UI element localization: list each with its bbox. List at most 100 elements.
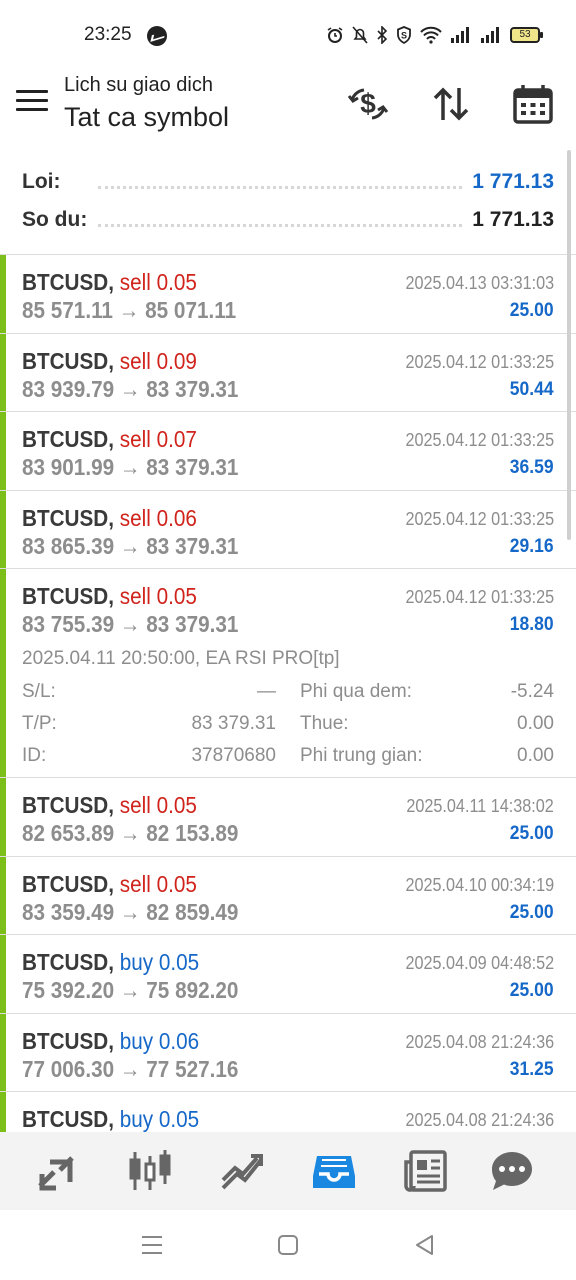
deal-time: 2025.04.08 21:24:36 <box>405 1031 554 1052</box>
currency-exchange-icon: $ <box>347 88 389 120</box>
profit-value: 1 771.13 <box>472 170 554 193</box>
deal-symbol: BTCUSD, buy 0.05 <box>22 1106 200 1132</box>
swap-label: Phi qua dem: <box>300 681 412 702</box>
deal-prices: 83 901.99 → 83 379.31 <box>22 454 239 480</box>
id-label: ID: <box>22 745 47 766</box>
deal-side: sell 0.07 <box>119 426 197 452</box>
detail-row: S/L: — Phi qua dem: -5.24 <box>22 681 554 707</box>
deal-direction-bar <box>0 569 6 777</box>
profit-row: Loi: 1 771.13 <box>22 167 554 197</box>
deal-row[interactable]: BTCUSD, sell 0.05 2025.04.10 00:34:19 83… <box>0 856 576 935</box>
deal-time: 2025.04.11 14:38:02 <box>406 796 554 816</box>
status-bar: 23:25 S 53 <box>0 0 576 70</box>
home-icon <box>278 1235 298 1255</box>
chart-icon <box>129 1150 171 1190</box>
deals-list[interactable]: BTCUSD, sell 0.05 2025.04.13 03:31:03 85… <box>0 254 576 1132</box>
deal-profit: 25.00 <box>510 980 554 1001</box>
deal-row[interactable]: BTCUSD, sell 0.06 2025.04.12 01:33:25 83… <box>0 490 576 569</box>
deal-prices: 83 359.49 → 82 859.49 <box>22 898 239 925</box>
deal-direction-bar <box>0 1092 6 1132</box>
deal-row[interactable]: BTCUSD, sell 0.05 2025.04.11 14:38:02 82… <box>0 778 576 857</box>
deal-prices: 83 755.39 → 83 379.31 <box>22 611 239 637</box>
chat-icon <box>492 1152 532 1190</box>
tax-label: Thue: <box>300 713 349 734</box>
sl-value: — <box>257 681 276 702</box>
deal-direction-bar <box>0 333 6 411</box>
deal-direction-bar <box>0 490 6 568</box>
quotes-icon <box>38 1156 74 1191</box>
recents-button[interactable] <box>139 1232 165 1258</box>
deal-prices: 75 392.20 → 75 892.20 <box>22 977 239 1003</box>
commission-value: 0.00 <box>517 745 554 766</box>
sort-icon <box>433 87 469 121</box>
back-button[interactable] <box>412 1232 438 1258</box>
deal-side: buy 0.05 <box>119 949 200 975</box>
deal-side: sell 0.05 <box>119 870 197 897</box>
nav-news[interactable] <box>403 1148 449 1194</box>
deal-time: 2025.04.12 01:33:25 <box>405 430 554 450</box>
deal-side: sell 0.05 <box>119 583 197 609</box>
deal-time: 2025.04.09 04:48:52 <box>405 953 554 973</box>
deal-direction-bar <box>0 778 6 856</box>
profit-label: Loi: <box>22 170 61 193</box>
sl-label: S/L: <box>22 681 56 702</box>
deal-profit: 18.80 <box>510 614 554 635</box>
nav-trade[interactable] <box>219 1148 265 1194</box>
signal-icon <box>451 27 469 43</box>
deal-prices: 77 006.30 → 77 527.16 <box>22 1055 239 1082</box>
nav-chart[interactable] <box>127 1148 173 1194</box>
home-button[interactable] <box>275 1232 301 1258</box>
deal-prices: 83 939.79 → 83 379.31 <box>22 375 239 402</box>
commission-label: Phi trung gian: <box>300 745 423 766</box>
scrollbar[interactable] <box>567 150 571 540</box>
deal-time: 2025.04.12 01:33:25 <box>405 508 554 529</box>
nav-chat[interactable] <box>489 1148 535 1194</box>
deal-symbol: BTCUSD, buy 0.05 <box>22 949 200 975</box>
sort-button[interactable] <box>429 82 473 126</box>
page-title[interactable]: Tat ca symbol <box>64 102 229 133</box>
nav-quotes[interactable] <box>36 1148 82 1194</box>
balance-label: So du: <box>22 208 88 231</box>
deal-side: buy 0.06 <box>119 1027 200 1054</box>
deal-row[interactable]: BTCUSD, buy 0.05 2025.04.08 21:24:36 <box>0 1092 576 1132</box>
deal-prices: 82 653.89 → 82 153.89 <box>22 820 239 846</box>
nav-history[interactable] <box>311 1148 357 1194</box>
deal-symbol: BTCUSD, sell 0.07 <box>22 426 197 452</box>
deal-symbol: BTCUSD, sell 0.09 <box>22 347 197 374</box>
deal-profit: 25.00 <box>510 300 554 321</box>
deal-side: buy 0.05 <box>119 1106 200 1132</box>
detail-row: ID: 37870680 Phi trung gian: 0.00 <box>22 745 554 771</box>
deal-time: 2025.04.08 21:24:36 <box>405 1110 554 1130</box>
deal-symbol: BTCUSD, sell 0.05 <box>22 269 197 295</box>
svg-text:$: $ <box>360 88 376 119</box>
deal-row[interactable]: BTCUSD, sell 0.07 2025.04.12 01:33:25 83… <box>0 412 576 491</box>
account-summary: Loi: 1 771.13 So du: 1 771.13 <box>0 160 576 256</box>
deal-row[interactable]: BTCUSD, sell 0.05 2025.04.13 03:31:03 85… <box>0 255 576 334</box>
deal-prices: 83 865.39 → 83 379.31 <box>22 532 239 559</box>
deal-row-expanded[interactable]: BTCUSD, sell 0.05 2025.04.12 01:33:25 83… <box>0 569 576 778</box>
deal-profit: 29.16 <box>510 535 554 557</box>
currency-exchange-button[interactable]: $ <box>346 82 390 126</box>
id-value: 37870680 <box>191 745 276 766</box>
svg-text:S: S <box>401 31 407 41</box>
deal-profit: 31.25 <box>510 1058 554 1080</box>
page-subtitle: Lich su giao dich <box>64 74 213 96</box>
swap-value: -5.24 <box>510 681 554 702</box>
deal-symbol: BTCUSD, sell 0.05 <box>22 583 197 609</box>
deal-time: 2025.04.13 03:31:03 <box>405 273 554 293</box>
tax-value: 0.00 <box>517 713 554 734</box>
deal-row[interactable]: BTCUSD, buy 0.06 2025.04.08 21:24:36 77 … <box>0 1013 576 1092</box>
calendar-button[interactable] <box>511 82 555 126</box>
alarm-icon <box>327 27 343 43</box>
mute-icon <box>352 26 368 44</box>
menu-button[interactable] <box>16 90 48 116</box>
deal-row[interactable]: BTCUSD, sell 0.09 2025.04.12 01:33:25 83… <box>0 333 576 412</box>
deal-profit: 25.00 <box>510 901 554 923</box>
bluetooth-icon <box>377 26 388 44</box>
deal-symbol: BTCUSD, sell 0.06 <box>22 504 197 531</box>
history-icon <box>313 1156 355 1188</box>
tp-label: T/P: <box>22 713 57 734</box>
deal-row[interactable]: BTCUSD, buy 0.05 2025.04.09 04:48:52 75 … <box>0 935 576 1014</box>
deal-side: sell 0.05 <box>119 269 197 295</box>
battery-icon: 53 <box>510 27 543 43</box>
